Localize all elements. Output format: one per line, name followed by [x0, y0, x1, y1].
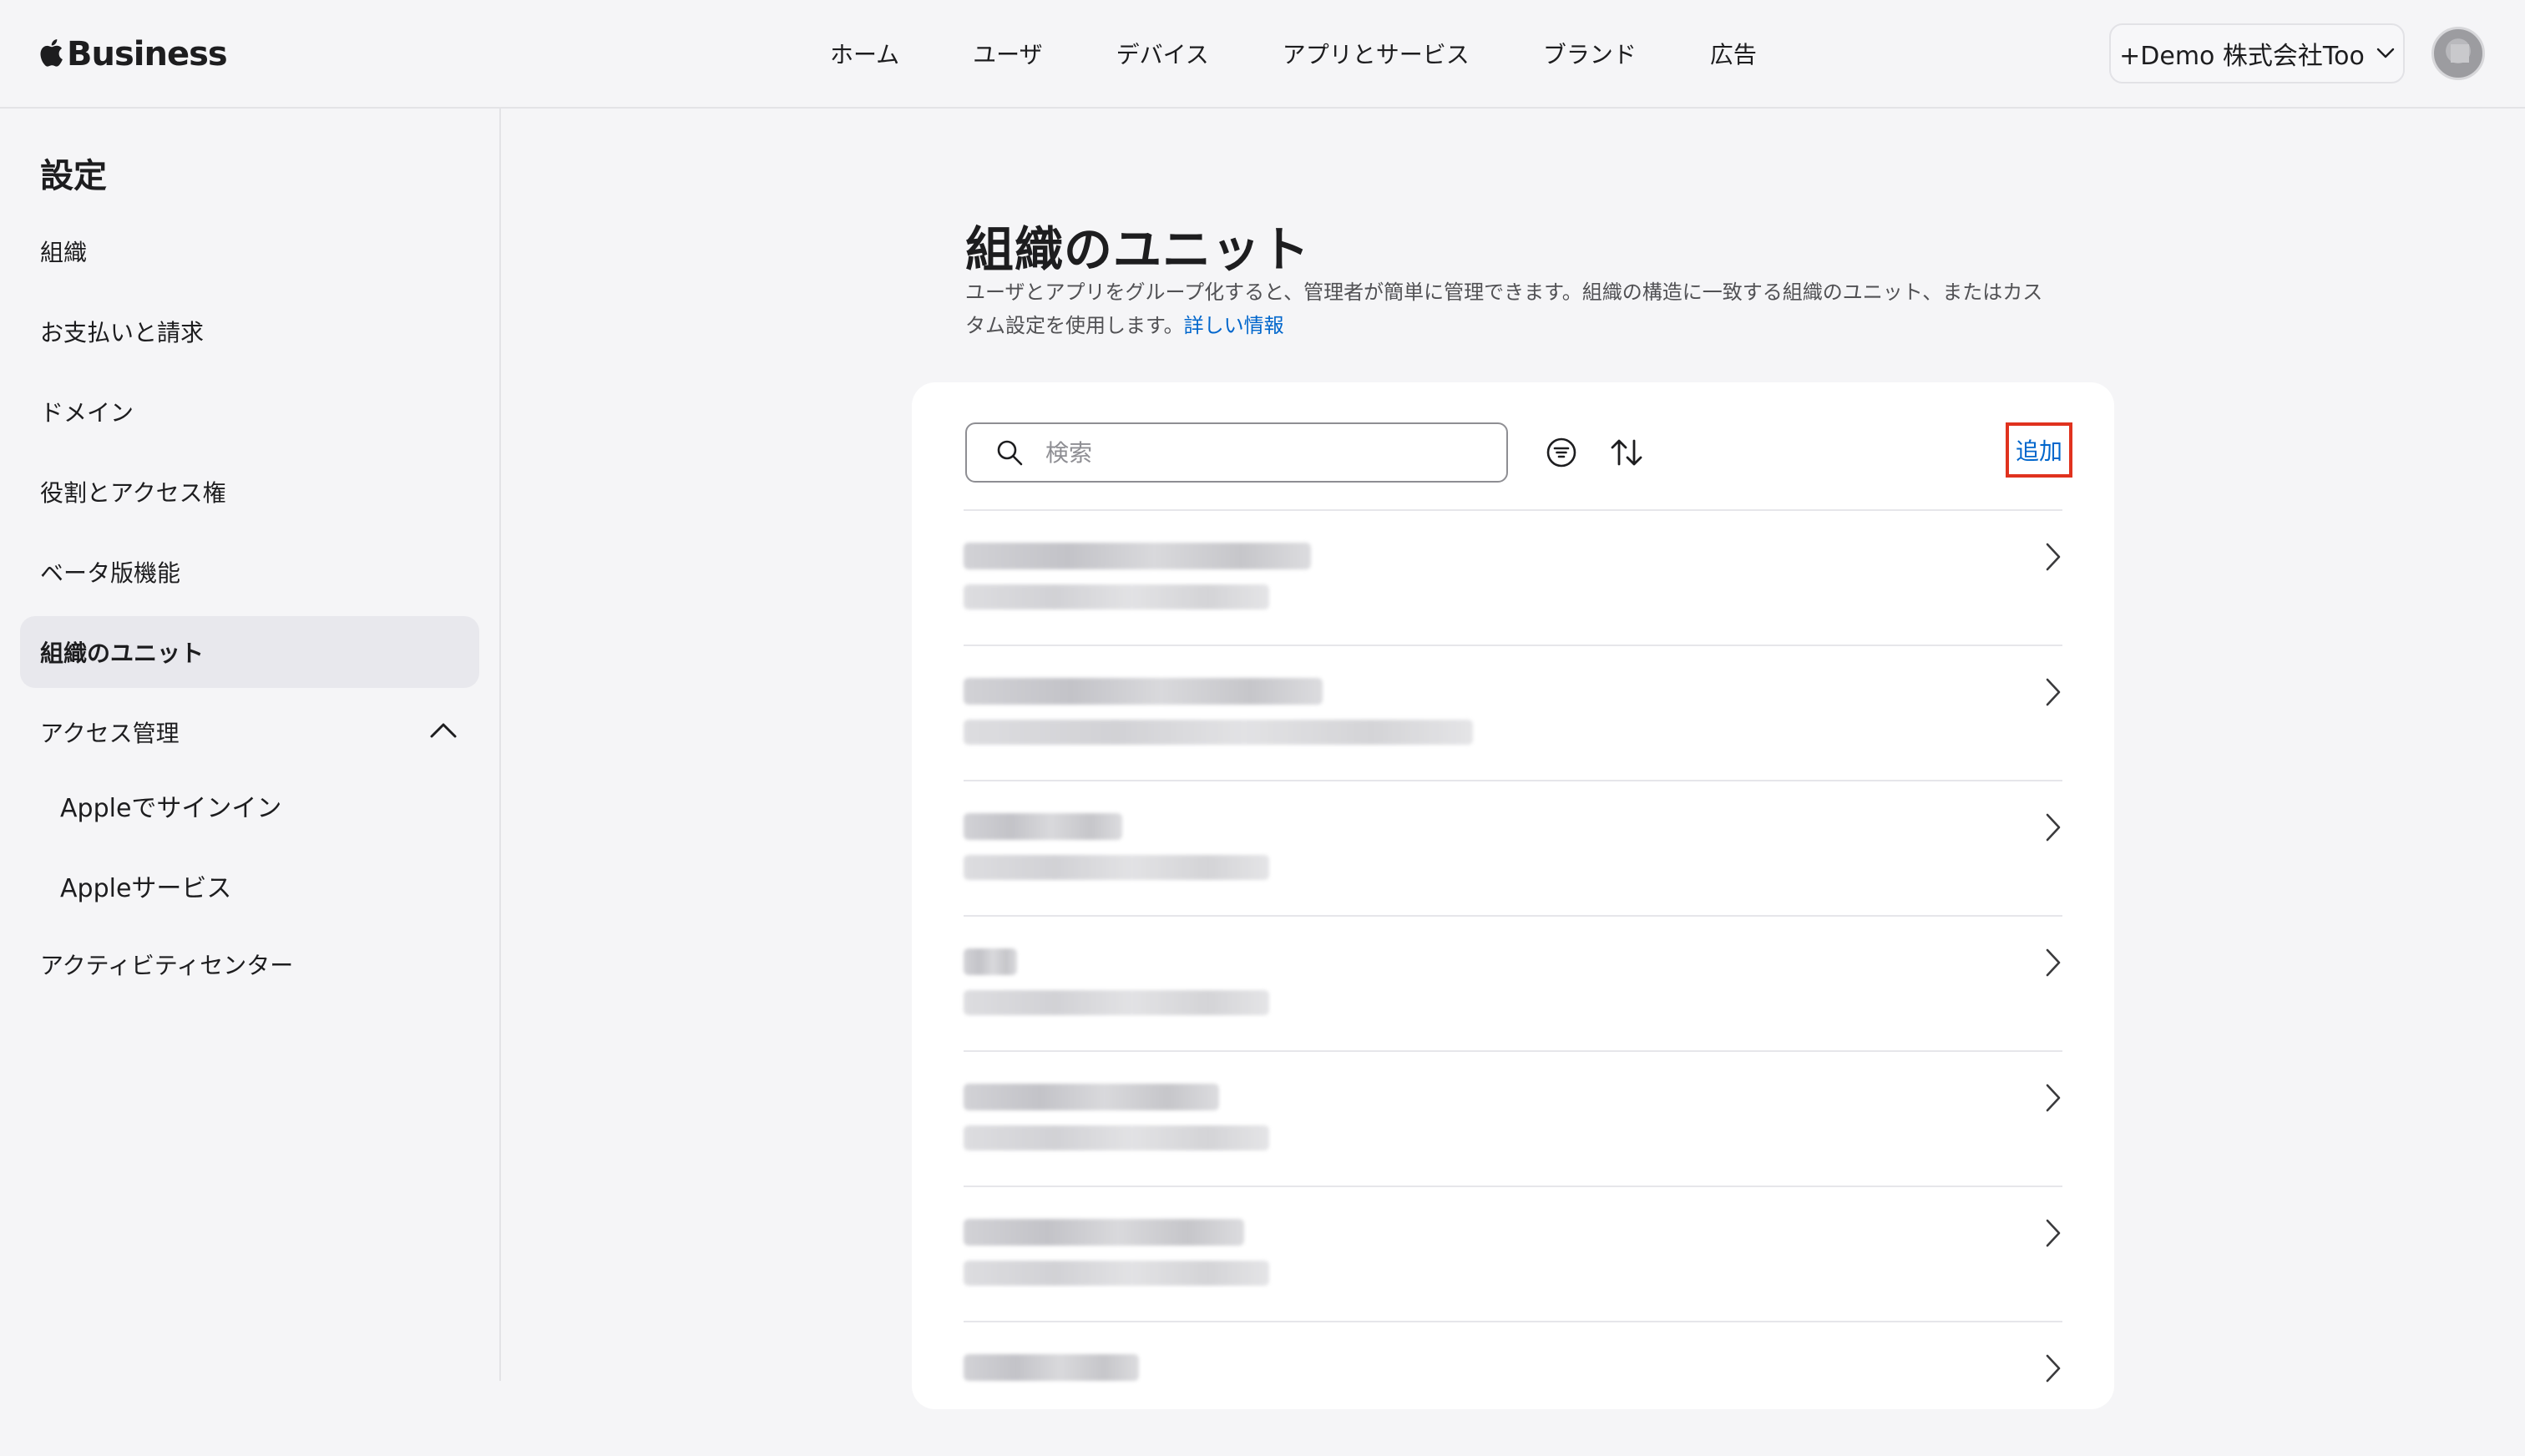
- brand-name: Business: [67, 35, 228, 73]
- search-field[interactable]: [965, 422, 1508, 483]
- sidebar-item-sign-in-with-apple[interactable]: Appleでサインイン: [20, 770, 479, 842]
- list-item[interactable]: [964, 509, 2062, 645]
- redacted-detail: [964, 720, 1473, 745]
- sidebar-item-domains[interactable]: ドメイン: [20, 376, 479, 447]
- sidebar-item-label: アクティビティセンター: [40, 952, 294, 979]
- sidebar-item-payments-billing[interactable]: お支払いと請求: [20, 296, 479, 367]
- redacted-name: [964, 948, 1017, 975]
- redacted-name: [964, 1084, 1219, 1110]
- list-item[interactable]: [964, 1050, 2062, 1186]
- chevron-right-icon: [2046, 1084, 2061, 1112]
- org-units-card: 追加: [912, 382, 2114, 1409]
- redacted-name: [964, 1354, 1139, 1381]
- list-item[interactable]: [964, 780, 2062, 915]
- sidebar-item-label: ドメイン: [40, 399, 134, 427]
- apple-business-logo[interactable]: Business: [38, 32, 228, 77]
- settings-sidebar: 設定 組織 お支払いと請求 ドメイン 役割とアクセス権 ベータ版機能 組織のユニ…: [0, 109, 501, 1381]
- redacted-detail: [964, 584, 1269, 609]
- learn-more-link[interactable]: 詳しい情報: [1184, 314, 1284, 337]
- chevron-right-icon: [2046, 813, 2061, 842]
- apple-logo-icon: [40, 39, 63, 67]
- sort-arrows-icon: [1611, 439, 1642, 466]
- sidebar-item-label: ベータ版機能: [40, 559, 181, 587]
- sidebar-item-label: 組織: [40, 239, 88, 266]
- redacted-name: [964, 678, 1323, 705]
- filter-button[interactable]: [1541, 432, 1581, 473]
- page-description: ユーザとアプリをグループ化すると、管理者が簡単に管理できます。組織の構造に一致す…: [965, 276, 2051, 342]
- nav-brand[interactable]: ブランド: [1543, 37, 1637, 70]
- org-unit-list: [964, 509, 2062, 1456]
- org-switcher-label: +Demo 株式会社Too: [2119, 42, 2365, 71]
- sidebar-item-org-units[interactable]: 組織のユニット: [20, 616, 479, 688]
- filter-icon: [1546, 437, 1576, 468]
- sidebar-item-organization[interactable]: 組織: [20, 215, 479, 287]
- chevron-right-icon: [2046, 543, 2061, 571]
- sidebar-item-label: アクセス管理: [40, 720, 180, 747]
- chevron-right-icon: [2046, 948, 2061, 977]
- chevron-right-icon: [2046, 678, 2061, 706]
- search-input[interactable]: [1045, 438, 1480, 467]
- sidebar-item-label: 役割とアクセス権: [40, 479, 226, 507]
- sidebar-item-activity-center[interactable]: アクティビティセンター: [20, 928, 479, 1000]
- chevron-right-icon: [2046, 1354, 2061, 1383]
- nav-apps-services[interactable]: アプリとサービス: [1283, 37, 1470, 70]
- search-icon: [997, 440, 1023, 466]
- sidebar-item-label: お支払いと請求: [40, 319, 205, 346]
- redacted-name: [964, 1219, 1244, 1246]
- chevron-right-icon: [2046, 1219, 2061, 1247]
- list-item[interactable]: [964, 1321, 2062, 1456]
- list-item[interactable]: [964, 1186, 2062, 1321]
- list-item[interactable]: [964, 915, 2062, 1050]
- redacted-name: [964, 543, 1311, 569]
- sidebar-item-label: 組織のユニット: [40, 640, 205, 667]
- sidebar-item-roles-access[interactable]: 役割とアクセス権: [20, 456, 479, 528]
- chevron-down-icon: [2376, 48, 2395, 58]
- sidebar-item-access-management[interactable]: アクセス管理: [20, 696, 479, 768]
- sidebar-item-apple-services[interactable]: Appleサービス: [20, 850, 479, 922]
- sidebar-title: 設定: [40, 157, 107, 195]
- redacted-detail: [964, 1125, 1269, 1150]
- main-nav: ホーム ユーザ デバイス アプリとサービス ブランド 広告: [830, 35, 1757, 72]
- list-item[interactable]: [964, 645, 2062, 780]
- redacted-detail: [964, 1261, 1269, 1286]
- sort-button[interactable]: [1607, 432, 1647, 473]
- nav-users[interactable]: ユーザ: [973, 37, 1042, 70]
- nav-devices[interactable]: デバイス: [1116, 37, 1209, 70]
- nav-home[interactable]: ホーム: [830, 37, 899, 70]
- sidebar-item-beta-features[interactable]: ベータ版機能: [20, 536, 479, 608]
- org-switcher-button[interactable]: +Demo 株式会社Too: [2109, 23, 2405, 83]
- user-avatar[interactable]: [2431, 27, 2485, 80]
- sidebar-item-label: Appleでサインイン: [60, 794, 282, 823]
- redacted-detail: [964, 990, 1269, 1015]
- nav-ads[interactable]: 広告: [1710, 37, 1757, 70]
- description-text: ユーザとアプリをグループ化すると、管理者が簡単に管理できます。組織の構造に一致す…: [965, 281, 2043, 337]
- page-title: 組織のユニット: [965, 221, 1311, 278]
- top-navigation-bar: Business ホーム ユーザ デバイス アプリとサービス ブランド 広告 +…: [0, 0, 2525, 109]
- redacted-detail: [964, 855, 1269, 880]
- sidebar-item-label: Appleサービス: [60, 874, 232, 903]
- add-button[interactable]: 追加: [2006, 422, 2072, 478]
- chevron-up-icon[interactable]: [429, 721, 458, 740]
- redacted-name: [964, 813, 1122, 840]
